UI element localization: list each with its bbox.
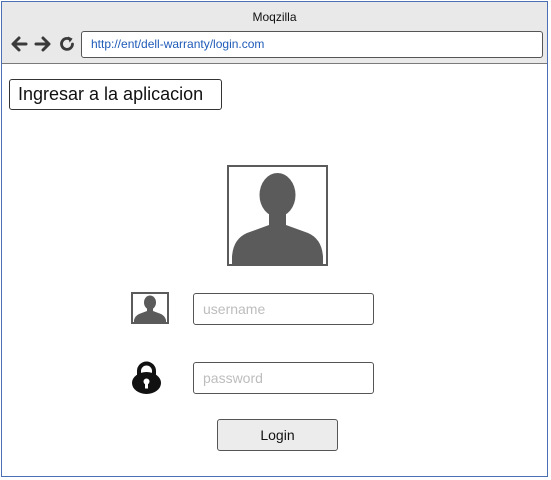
login-button[interactable]: Login (217, 419, 338, 451)
back-arrow-icon[interactable] (9, 34, 29, 54)
browser-toolbar: Moqzilla http://ent/dell-warranty/login.… (2, 2, 547, 64)
reload-icon[interactable] (57, 34, 77, 54)
username-input[interactable] (193, 293, 374, 325)
page-title: Ingresar a la aplicacion (9, 79, 222, 110)
browser-window: Moqzilla http://ent/dell-warranty/login.… (1, 1, 548, 477)
password-input[interactable] (193, 362, 374, 394)
forward-arrow-icon[interactable] (33, 34, 53, 54)
username-user-icon (131, 292, 169, 324)
user-avatar-icon (227, 165, 328, 266)
address-bar[interactable]: http://ent/dell-warranty/login.com (81, 31, 543, 58)
user-icon (134, 295, 166, 322)
window-title: Moqzilla (252, 10, 297, 24)
lock-icon (132, 361, 161, 394)
user-silhouette-icon (232, 173, 323, 264)
